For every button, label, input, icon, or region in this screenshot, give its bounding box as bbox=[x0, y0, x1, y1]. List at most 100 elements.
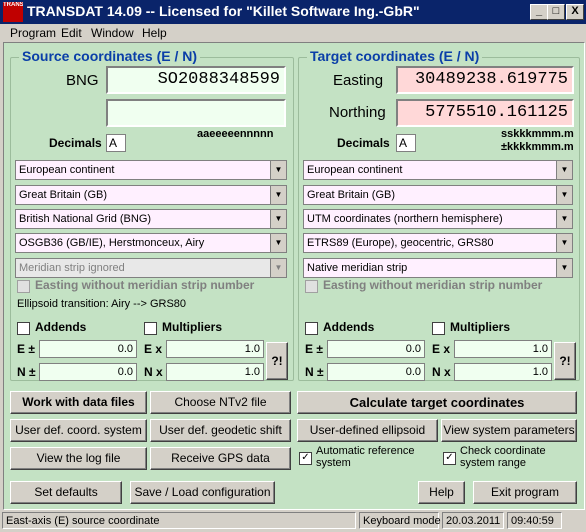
dropdown-arrow-icon[interactable]: ▼ bbox=[556, 186, 572, 204]
target-coord-system-combo[interactable]: UTM coordinates (northern hemisphere) ▼ bbox=[303, 209, 573, 229]
target-format-hint-2: ±kkkkmmm.m bbox=[501, 141, 574, 153]
source-n-multiplier-input[interactable]: 1.0 bbox=[166, 363, 264, 381]
target-addends-label: Addends bbox=[323, 320, 375, 334]
source-region-combo[interactable]: European continent ▼ bbox=[15, 160, 287, 180]
set-defaults-button[interactable]: Set defaults bbox=[10, 481, 122, 504]
ellipsoid-transition-text: Ellipsoid transition: Airy --> GRS80 bbox=[17, 298, 187, 310]
target-datum-combo[interactable]: ETRS89 (Europe), geocentric, GRS80 ▼ bbox=[303, 233, 573, 253]
dropdown-arrow-icon[interactable]: ▼ bbox=[556, 234, 572, 252]
status-mode: Keyboard mode bbox=[359, 512, 441, 529]
dropdown-arrow-icon[interactable]: ▼ bbox=[556, 161, 572, 179]
menu-help[interactable]: Help bbox=[142, 26, 167, 40]
source-meridian-combo: Meridian strip ignored ▼ bbox=[15, 258, 287, 278]
target-title: Target coordinates (E / N) bbox=[307, 48, 483, 64]
menu-edit[interactable]: Edit bbox=[61, 26, 82, 40]
target-n-addend-input[interactable]: 0.0 bbox=[327, 363, 425, 381]
choose-ntv2-button[interactable]: Choose NTv2 file bbox=[150, 391, 291, 414]
easting-label: Easting bbox=[333, 72, 384, 89]
source-multipliers-label: Multipliers bbox=[162, 320, 223, 334]
target-easting-strip-label: Easting without meridian strip number bbox=[323, 278, 543, 292]
exit-program-button[interactable]: Exit program bbox=[473, 481, 577, 504]
northing-output[interactable]: 5775510.161125 bbox=[396, 99, 574, 127]
dropdown-arrow-icon[interactable]: ▼ bbox=[270, 234, 286, 252]
title-bar: TRANSDAT TRANSDAT 14.09 -- Licensed for … bbox=[0, 0, 586, 24]
check-range-checkbox[interactable]: ✓ bbox=[443, 452, 456, 465]
target-group: Target coordinates (E / N) Easting 30489… bbox=[298, 48, 580, 381]
source-help-button[interactable]: ?! bbox=[266, 342, 288, 380]
help-button[interactable]: Help bbox=[418, 481, 465, 504]
status-bar: East-axis (E) source coordinate Keyboard… bbox=[0, 510, 586, 532]
dropdown-arrow-icon[interactable]: ▼ bbox=[556, 259, 572, 277]
close-button[interactable]: X bbox=[566, 4, 584, 20]
bng-label: BNG bbox=[66, 72, 99, 89]
client-area: Source coordinates (E / N) BNG SO2088348… bbox=[3, 42, 585, 510]
target-decimals-input[interactable]: A bbox=[396, 134, 416, 152]
target-e-add-label: E ± bbox=[305, 342, 323, 356]
dropdown-arrow-icon[interactable]: ▼ bbox=[556, 210, 572, 228]
target-e-multiplier-input[interactable]: 1.0 bbox=[454, 340, 552, 358]
source-n-addend-input[interactable]: 0.0 bbox=[39, 363, 137, 381]
calculate-button[interactable]: Calculate target coordinates bbox=[297, 391, 577, 414]
source-e-mul-label: E x bbox=[144, 342, 163, 356]
target-format-hint-1: sskkkmmm.m bbox=[501, 128, 574, 140]
user-ellipsoid-button[interactable]: User-defined ellipsoid bbox=[297, 419, 438, 442]
source-group: Source coordinates (E / N) BNG SO2088348… bbox=[10, 48, 294, 381]
source-addends-checkbox[interactable] bbox=[17, 322, 30, 335]
source-decimals-label: Decimals bbox=[49, 136, 102, 150]
source-datum-combo[interactable]: OSGB36 (GB/IE), Herstmonceux, Airy ▼ bbox=[15, 233, 287, 253]
source-e-add-label: E ± bbox=[17, 342, 35, 356]
northing-label: Northing bbox=[329, 104, 386, 121]
source-second-input[interactable] bbox=[106, 99, 286, 127]
status-time: 09:40:59 bbox=[507, 512, 562, 529]
auto-reference-checkbox[interactable]: ✓ bbox=[299, 452, 312, 465]
user-coord-system-button[interactable]: User def. coord. system bbox=[10, 419, 147, 442]
source-multipliers-checkbox[interactable] bbox=[144, 322, 157, 335]
bng-input[interactable]: SO2088348599 bbox=[106, 66, 286, 94]
app-icon: TRANSDAT bbox=[3, 2, 23, 22]
dropdown-arrow-icon[interactable]: ▼ bbox=[270, 186, 286, 204]
view-system-params-button[interactable]: View system parameters bbox=[441, 419, 577, 442]
view-log-button[interactable]: View the log file bbox=[10, 447, 147, 470]
target-e-mul-label: E x bbox=[432, 342, 451, 356]
menu-program[interactable]: Program bbox=[10, 26, 56, 40]
target-e-addend-input[interactable]: 0.0 bbox=[327, 340, 425, 358]
target-addends-checkbox[interactable] bbox=[305, 322, 318, 335]
target-region-combo[interactable]: European continent ▼ bbox=[303, 160, 573, 180]
maximize-button[interactable]: □ bbox=[547, 4, 565, 20]
target-country-combo[interactable]: Great Britain (GB) ▼ bbox=[303, 185, 573, 205]
target-n-mul-label: N x bbox=[432, 365, 451, 379]
source-n-add-label: N ± bbox=[17, 365, 36, 379]
status-date: 20.03.2011 bbox=[442, 512, 504, 529]
target-decimals-label: Decimals bbox=[337, 136, 390, 150]
source-title: Source coordinates (E / N) bbox=[19, 48, 201, 64]
source-country-combo[interactable]: Great Britain (GB) ▼ bbox=[15, 185, 287, 205]
dropdown-arrow-icon: ▼ bbox=[270, 259, 286, 277]
target-multipliers-label: Multipliers bbox=[450, 320, 511, 334]
receive-gps-button[interactable]: Receive GPS data bbox=[150, 447, 291, 470]
menu-window[interactable]: Window bbox=[91, 26, 134, 40]
target-n-add-label: N ± bbox=[305, 365, 324, 379]
source-coord-system-combo[interactable]: British National Grid (BNG) ▼ bbox=[15, 209, 287, 229]
target-multipliers-checkbox[interactable] bbox=[432, 322, 445, 335]
source-e-addend-input[interactable]: 0.0 bbox=[39, 340, 137, 358]
user-geodetic-shift-button[interactable]: User def. geodetic shift bbox=[150, 419, 291, 442]
target-easting-strip-checkbox bbox=[305, 280, 318, 293]
source-decimals-input[interactable]: A bbox=[106, 134, 126, 152]
auto-reference-label: Automatic reference system bbox=[316, 445, 415, 469]
source-format-hint: aaeeeeennnnn bbox=[197, 128, 274, 140]
target-help-button[interactable]: ?! bbox=[554, 342, 576, 380]
status-hint: East-axis (E) source coordinate bbox=[2, 512, 356, 529]
window-title: TRANSDAT 14.09 -- Licensed for "Killet S… bbox=[27, 3, 420, 19]
target-meridian-combo[interactable]: Native meridian strip ▼ bbox=[303, 258, 573, 278]
source-e-multiplier-input[interactable]: 1.0 bbox=[166, 340, 264, 358]
easting-output[interactable]: 30489238.619775 bbox=[396, 66, 574, 94]
save-load-config-button[interactable]: Save / Load configuration bbox=[130, 481, 275, 504]
menu-bar: Program Edit Window Help bbox=[0, 24, 586, 42]
dropdown-arrow-icon[interactable]: ▼ bbox=[270, 161, 286, 179]
source-easting-strip-checkbox bbox=[17, 280, 30, 293]
source-easting-strip-label: Easting without meridian strip number bbox=[35, 278, 255, 292]
work-with-files-button[interactable]: Work with data files bbox=[10, 391, 147, 414]
dropdown-arrow-icon[interactable]: ▼ bbox=[270, 210, 286, 228]
minimize-button[interactable]: _ bbox=[530, 4, 548, 20]
target-n-multiplier-input[interactable]: 1.0 bbox=[454, 363, 552, 381]
